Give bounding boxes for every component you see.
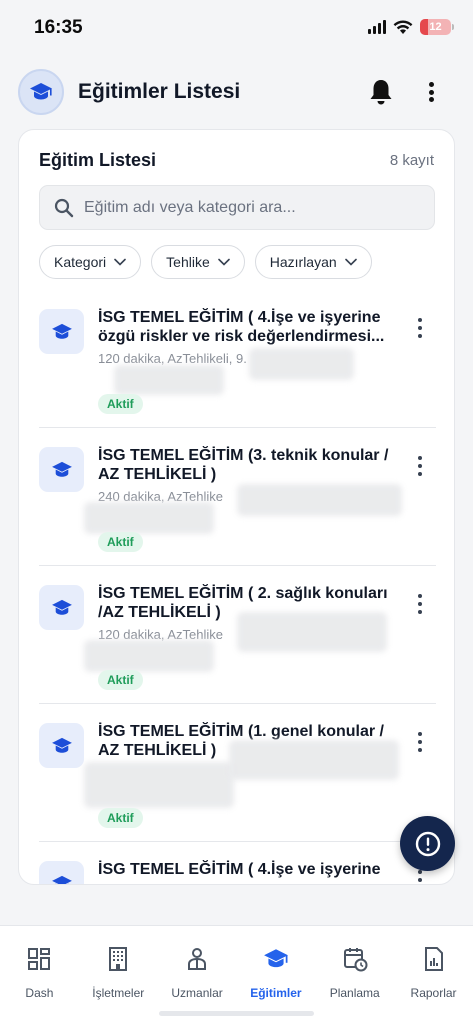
graduation-cap-icon — [51, 737, 72, 753]
status-badge: Aktif — [98, 532, 143, 552]
graduation-cap-icon — [263, 949, 288, 968]
status-indicators: 12 — [368, 19, 454, 35]
graduation-cap-icon — [30, 83, 52, 100]
calendar-clock-icon — [343, 948, 368, 972]
item-more-icon[interactable] — [416, 318, 424, 338]
nav-item-raporlar[interactable]: Raporlar — [394, 926, 473, 1024]
training-list-card: Eğitim Listesi 8 kayıt Kategori Tehlike … — [18, 129, 455, 885]
redacted-area — [114, 365, 224, 395]
battery-level: 12 — [429, 21, 442, 33]
status-badge: Aktif — [98, 394, 143, 414]
item-more-icon[interactable] — [416, 870, 424, 884]
battery-icon: 12 — [420, 19, 454, 35]
wifi-icon — [393, 19, 413, 34]
item-title: İSG TEMEL EĞİTİM ( 4.İşe ve işyerine özg… — [98, 309, 385, 345]
search-icon — [54, 198, 74, 218]
redacted-area — [237, 484, 402, 516]
bottom-navigation: Dash İşletmeler Uzmanlar Eğitimler Planl… — [0, 925, 473, 1024]
status-badge: Aktif — [98, 808, 143, 828]
redacted-area — [229, 740, 399, 780]
redacted-area — [84, 640, 214, 672]
card-title: Eğitim Listesi — [39, 150, 157, 170]
item-title: İSG TEMEL EĞİTİM (3. teknik konular / AZ… — [98, 447, 389, 483]
dashboard-icon — [28, 948, 51, 970]
list-item[interactable]: İSG TEMEL EĞİTİM (3. teknik konular / AZ… — [39, 428, 436, 566]
list-item[interactable]: İSG TEMEL EĞİTİM ( 2. sağlık konuları /A… — [39, 566, 436, 704]
record-count: 8 kayıt — [389, 152, 434, 169]
cellular-signal-icon — [368, 20, 386, 34]
nav-item-isletmeler[interactable]: İşletmeler — [79, 926, 158, 1024]
filter-label: Kategori — [54, 254, 107, 270]
experts-icon — [188, 948, 207, 970]
list-item[interactable]: İSG TEMEL EĞİTİM ( 4.İşe ve işyerine — [39, 842, 436, 884]
nav-item-uzmanlar[interactable]: Uzmanlar — [158, 926, 237, 1024]
filter-tehlike[interactable]: Tehlike — [151, 245, 245, 279]
filter-bar: Kategori Tehlike Hazırlayan — [39, 245, 372, 279]
item-more-icon[interactable] — [416, 732, 424, 752]
nav-label: İşletmeler — [92, 986, 145, 1000]
home-indicator — [159, 1011, 314, 1016]
item-icon — [39, 309, 84, 354]
more-options-icon[interactable] — [422, 80, 440, 104]
item-more-icon[interactable] — [416, 456, 424, 476]
item-icon — [39, 585, 84, 630]
nav-label: Raporlar — [410, 986, 457, 1000]
status-badge: Aktif — [98, 670, 143, 690]
chevron-down-icon — [344, 258, 357, 266]
redacted-area — [84, 762, 234, 808]
item-icon — [39, 861, 84, 884]
nav-label: Uzmanlar — [171, 986, 223, 1000]
filter-kategori[interactable]: Kategori — [39, 245, 142, 279]
nav-label: Eğitimler — [250, 986, 302, 1000]
redacted-area — [84, 502, 214, 534]
list-item[interactable]: İSG TEMEL EĞİTİM (1. genel konular / AZ … — [39, 704, 436, 842]
filter-label: Hazırlayan — [269, 254, 337, 270]
bell-icon[interactable] — [368, 78, 394, 106]
alert-fab-button[interactable] — [400, 816, 455, 871]
nav-label: Planlama — [329, 986, 380, 1000]
nav-label: Dash — [25, 986, 54, 1000]
header-avatar — [18, 69, 64, 115]
page-title: Eğitimler Listesi — [78, 80, 241, 103]
search-input[interactable] — [84, 186, 424, 229]
chevron-down-icon — [114, 258, 126, 266]
item-icon — [39, 447, 84, 492]
status-bar: 16:35 12 — [0, 0, 473, 56]
list-item[interactable]: İSG TEMEL EĞİTİM ( 4.İşe ve işyerine özg… — [39, 290, 436, 428]
report-icon — [424, 947, 443, 971]
status-time: 16:35 — [34, 17, 83, 38]
nav-item-planlama[interactable]: Planlama — [315, 926, 394, 1024]
item-title: İSG TEMEL EĞİTİM ( 4.İşe ve işyerine — [98, 861, 381, 878]
graduation-cap-icon — [51, 599, 72, 615]
filter-hazirlayan[interactable]: Hazırlayan — [254, 245, 372, 279]
building-icon — [109, 947, 128, 971]
graduation-cap-icon — [51, 461, 72, 477]
nav-item-egitimler[interactable]: Eğitimler — [236, 926, 315, 1024]
redacted-area — [237, 612, 387, 652]
redacted-area — [249, 348, 354, 380]
filter-label: Tehlike — [166, 254, 210, 270]
graduation-cap-icon — [51, 875, 72, 884]
item-icon — [39, 723, 84, 768]
app-header: Eğitimler Listesi — [0, 56, 473, 128]
alert-circle-icon — [415, 831, 440, 856]
graduation-cap-icon — [51, 323, 72, 339]
item-more-icon[interactable] — [416, 594, 424, 614]
nav-item-dash[interactable]: Dash — [0, 926, 79, 1024]
chevron-down-icon — [217, 258, 230, 266]
search-box — [39, 185, 435, 230]
